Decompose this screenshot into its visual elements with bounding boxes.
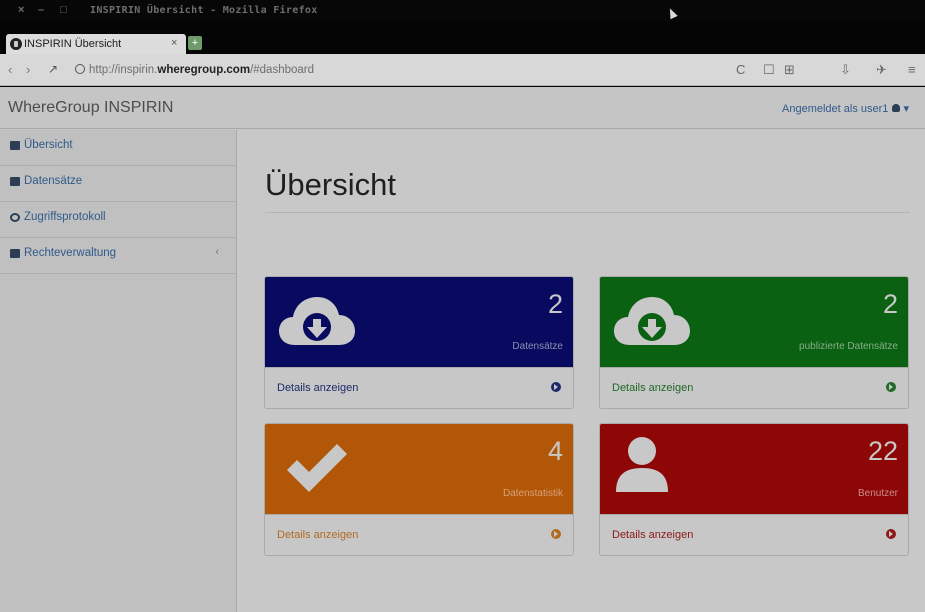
panel-heading: 2 publizierte Datensätze bbox=[600, 277, 908, 367]
database-icon bbox=[10, 177, 20, 186]
sidebar-item-label: Zugriffsprotokoll bbox=[24, 211, 106, 223]
sidebar-item-zugriffsprotokoll[interactable]: Zugriffsprotokoll bbox=[0, 202, 237, 238]
reload-button[interactable]: C bbox=[736, 62, 745, 77]
window-close-button[interactable]: × bbox=[18, 4, 24, 16]
home-icon bbox=[10, 141, 20, 150]
panel-count: 2 bbox=[547, 289, 563, 319]
panel-count: 2 bbox=[882, 289, 898, 319]
new-tab-button[interactable]: + bbox=[188, 36, 202, 50]
browser-tab[interactable]: INSPIRIN Übersicht × bbox=[6, 34, 186, 56]
web-page: WhereGroup INSPIRIN Angemeldet als user1… bbox=[0, 87, 925, 612]
panel-count: 4 bbox=[547, 436, 563, 466]
arrow-circle-right-icon bbox=[551, 529, 561, 539]
send-icon[interactable]: ✈ bbox=[876, 62, 887, 78]
panel-heading: 4 Datenstatistik bbox=[265, 424, 573, 514]
sidebar-item-uebersicht[interactable]: Übersicht bbox=[0, 130, 237, 166]
main-content: Übersicht 2 Datensätze Details anzeigen bbox=[238, 130, 925, 612]
url-domain: wheregroup.com bbox=[157, 64, 251, 76]
download-icon[interactable]: ⇩ bbox=[840, 62, 851, 78]
sidebar-item-label: Übersicht bbox=[24, 139, 73, 151]
window-titlebar: × – □ INSPIRIN Übersicht - Mozilla Firef… bbox=[0, 0, 925, 22]
arrow-circle-right-icon bbox=[551, 382, 561, 392]
details-link[interactable]: Details anzeigen bbox=[277, 382, 358, 394]
details-link[interactable]: Details anzeigen bbox=[277, 529, 358, 541]
globe-icon bbox=[75, 64, 85, 74]
arrow-circle-right-icon bbox=[886, 529, 896, 539]
chevron-left-icon: ‹ bbox=[215, 246, 219, 258]
page-title: Übersicht bbox=[265, 167, 396, 202]
sidebar-item-label: Datensätze bbox=[24, 175, 83, 187]
panel-heading: 22 Benutzer bbox=[600, 424, 908, 514]
sidebar-item-label: Rechteverwaltung bbox=[24, 247, 117, 259]
user-icon bbox=[616, 437, 668, 492]
panel-datensaetze: 2 Datensätze Details anzeigen bbox=[264, 276, 574, 409]
tab-close-button[interactable]: × bbox=[171, 37, 177, 49]
window-maximize-button[interactable]: □ bbox=[60, 4, 67, 16]
cloud-download-icon bbox=[614, 297, 690, 345]
pin-icon[interactable]: ↗ bbox=[48, 62, 58, 76]
panel-label: Benutzer bbox=[857, 488, 898, 499]
users-icon bbox=[10, 249, 20, 258]
panel-heading: 2 Datensätze bbox=[265, 277, 573, 367]
panel-datenstatistik: 4 Datenstatistik Details anzeigen bbox=[264, 423, 574, 556]
panel-publizierte-datensaetze: 2 publizierte Datensätze Details anzeige… bbox=[599, 276, 909, 409]
url-bar[interactable]: http://inspirin.wheregroup.com/#dashboar… bbox=[75, 60, 515, 80]
panel-count: 22 bbox=[867, 436, 898, 466]
panel-footer-link[interactable]: Details anzeigen bbox=[600, 367, 908, 408]
checkmark-icon bbox=[287, 444, 347, 492]
window-minimize-button[interactable]: – bbox=[38, 4, 44, 16]
details-link[interactable]: Details anzeigen bbox=[612, 382, 693, 394]
favicon-icon bbox=[10, 38, 22, 50]
bookmark-icon[interactable]: ☐ bbox=[763, 62, 775, 78]
brand-title[interactable]: WhereGroup INSPIRIN bbox=[8, 99, 173, 117]
panel-label: Datenstatistik bbox=[502, 488, 563, 499]
navigation-bar: ‹ › ↗ http://inspirin.wheregroup.com/#da… bbox=[0, 54, 925, 86]
url-path: /#dashboard bbox=[250, 64, 315, 76]
panel-benutzer: 22 Benutzer Details anzeigen bbox=[599, 423, 909, 556]
back-button[interactable]: ‹ bbox=[8, 62, 12, 77]
menu-icon[interactable]: ≡ bbox=[908, 62, 916, 77]
title-divider bbox=[265, 212, 910, 213]
panel-footer-link[interactable]: Details anzeigen bbox=[600, 514, 908, 555]
url-prefix: http://inspirin. bbox=[89, 64, 158, 76]
tab-strip: INSPIRIN Übersicht × + bbox=[0, 22, 925, 56]
details-link[interactable]: Details anzeigen bbox=[612, 529, 693, 541]
caret-down-icon: ▾ bbox=[903, 103, 909, 115]
sidebar: Übersicht Datensätze Zugriffsprotokoll R… bbox=[0, 130, 237, 612]
user-label: Angemeldet als user1 bbox=[782, 103, 889, 115]
window-title: INSPIRIN Übersicht - Mozilla Firefox bbox=[90, 5, 318, 16]
panel-footer-link[interactable]: Details anzeigen bbox=[265, 367, 573, 408]
arrow-circle-right-icon bbox=[886, 382, 896, 392]
tab-title: INSPIRIN Übersicht bbox=[24, 38, 122, 50]
sidebar-item-datensaetze[interactable]: Datensätze bbox=[0, 166, 237, 202]
history-icon bbox=[10, 213, 20, 222]
forward-button[interactable]: › bbox=[26, 62, 30, 77]
mouse-cursor-icon bbox=[666, 6, 678, 20]
panel-label: Datensätze bbox=[512, 341, 563, 352]
panel-footer-link[interactable]: Details anzeigen bbox=[265, 514, 573, 555]
cloud-download-icon bbox=[279, 297, 355, 345]
panel-label: publizierte Datensätze bbox=[799, 341, 898, 352]
sidebar-item-rechteverwaltung[interactable]: Rechteverwaltung ‹ bbox=[0, 238, 237, 274]
app-header: WhereGroup INSPIRIN Angemeldet als user1… bbox=[0, 87, 925, 129]
user-icon bbox=[892, 104, 901, 112]
reader-icon[interactable]: ⊞ bbox=[784, 62, 795, 78]
user-menu[interactable]: Angemeldet als user1 ▾ bbox=[782, 102, 909, 115]
